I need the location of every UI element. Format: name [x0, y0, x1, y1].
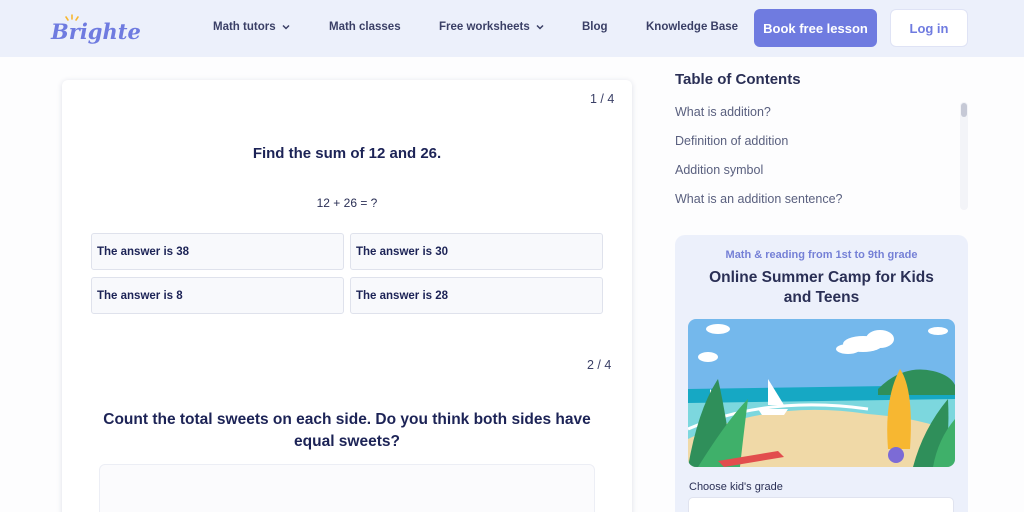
nav-math-tutors[interactable]: Math tutors	[213, 21, 291, 33]
toc-item[interactable]: Addition symbol	[675, 163, 763, 177]
answer-option[interactable]: The answer is 28	[350, 277, 603, 314]
beach-illustration	[688, 319, 955, 467]
answer-option[interactable]: The answer is 38	[91, 233, 344, 270]
toc-scrollbar[interactable]	[960, 102, 968, 210]
book-free-lesson-button[interactable]: Book free lesson	[754, 9, 877, 47]
toc-title: Table of Contents	[675, 71, 801, 88]
toc-item[interactable]: What is addition?	[675, 105, 771, 119]
grade-label: Choose kid's grade	[689, 481, 783, 493]
chevron-down-icon	[282, 24, 290, 30]
answer-option[interactable]: The answer is 30	[350, 233, 603, 270]
chevron-down-icon	[536, 24, 544, 30]
toc-item[interactable]: Definition of addition	[675, 134, 788, 148]
nav-math-tutors-label: Math tutors	[213, 21, 276, 33]
summer-camp-card: Math & reading from 1st to 9th grade Onl…	[675, 235, 968, 512]
nav-free-worksheets[interactable]: Free worksheets	[439, 21, 545, 33]
nav-blog[interactable]: Blog	[582, 21, 608, 33]
brighterly-logo[interactable]: Brighterly	[50, 12, 140, 46]
nav-free-worksheets-label: Free worksheets	[439, 21, 530, 33]
svg-text:Brighterly: Brighterly	[50, 19, 140, 44]
question-counter: 1 / 4	[590, 92, 615, 106]
site-header: Brighterly Math tutors Math classes Free…	[0, 0, 1024, 57]
question-title: Find the sum of 12 and 26.	[252, 145, 442, 162]
toc-item[interactable]: What is an addition sentence?	[675, 192, 842, 206]
grade-select[interactable]	[688, 497, 954, 512]
nav-blog-label: Blog	[582, 21, 608, 33]
toc-scrollbar-thumb[interactable]	[961, 103, 967, 117]
login-button[interactable]: Log in	[890, 9, 968, 47]
answer-option[interactable]: The answer is 8	[91, 277, 344, 314]
nav-math-classes[interactable]: Math classes	[329, 21, 401, 33]
nav-knowledge-base-label: Knowledge Base	[646, 21, 739, 33]
question-title: Count the total sweets on each side. Do …	[103, 411, 591, 450]
nav-knowledge-base[interactable]: Knowledge Base	[646, 21, 738, 33]
quiz-card: 1 / 4 Find the sum of 12 and 26. 12 + 26…	[62, 80, 632, 512]
camp-subtitle: Math & reading from 1st to 9th grade	[725, 249, 918, 261]
question-image	[99, 464, 595, 512]
question-expression: 12 + 26 = ?	[316, 196, 378, 210]
question-counter: 2 / 4	[587, 358, 612, 372]
nav-math-classes-label: Math classes	[329, 21, 401, 33]
camp-title: Online Summer Camp for Kids and Teens	[709, 269, 934, 306]
